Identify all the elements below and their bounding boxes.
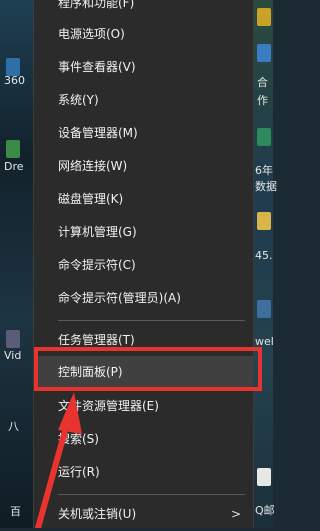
desktop-label-6nian[interactable]: 6年 bbox=[255, 162, 273, 178]
desktop-app-icon[interactable] bbox=[257, 8, 271, 26]
desktop-label-qyou[interactable]: Q邮 bbox=[255, 502, 275, 518]
menu-item-control-panel[interactable]: 控制面板(P) bbox=[34, 356, 253, 389]
menu-separator bbox=[58, 494, 245, 495]
chevron-right-icon: > bbox=[230, 507, 241, 521]
desktop-label-ba[interactable]: 八 bbox=[8, 418, 19, 434]
menu-item-shutdown-signout[interactable]: 关机或注销(U) > bbox=[34, 498, 253, 531]
desktop-label-he[interactable]: 合 bbox=[257, 74, 268, 90]
menu-item-event-viewer[interactable]: 事件查看器(V) bbox=[34, 51, 253, 84]
desktop-app-icon[interactable] bbox=[6, 140, 20, 158]
menu-item-file-explorer[interactable]: 文件资源管理器(E) bbox=[34, 390, 253, 423]
menu-item-search[interactable]: 搜索(S) bbox=[34, 423, 253, 456]
menu-item-device-manager[interactable]: 设备管理器(M) bbox=[34, 117, 253, 150]
menu-item-command-prompt-admin[interactable]: 命令提示符(管理员)(A) bbox=[34, 282, 253, 315]
desktop-label-dre[interactable]: Dre bbox=[4, 160, 24, 173]
desktop-app-icon[interactable] bbox=[257, 44, 271, 62]
menu-item-command-prompt[interactable]: 命令提示符(C) bbox=[34, 249, 253, 282]
desktop-app-icon[interactable] bbox=[6, 330, 20, 348]
menu-item-network-connections[interactable]: 网络连接(W) bbox=[34, 150, 253, 183]
desktop-label-45[interactable]: 45. bbox=[255, 249, 273, 262]
menu-item-programs-features[interactable]: 程序和功能(F) bbox=[34, 0, 253, 20]
desktop-app-icon[interactable] bbox=[257, 468, 271, 486]
desktop-app-icon[interactable] bbox=[257, 300, 271, 318]
menu-item-task-manager[interactable]: 任务管理器(T) bbox=[34, 324, 253, 357]
desktop-label-bai[interactable]: 百 bbox=[10, 503, 21, 519]
menu-item-disk-management[interactable]: 磁盘管理(K) bbox=[34, 183, 253, 216]
menu-item-run[interactable]: 运行(R) bbox=[34, 456, 253, 489]
desktop-label-vid[interactable]: Vid bbox=[4, 349, 21, 362]
menu-separator bbox=[58, 320, 245, 321]
desktop-label-wel[interactable]: wel bbox=[255, 335, 274, 348]
desktop-folder-icon[interactable] bbox=[257, 212, 271, 230]
menu-item-computer-management[interactable]: 计算机管理(G) bbox=[34, 216, 253, 249]
menu-item-power-options[interactable]: 电源选项(O) bbox=[34, 18, 253, 51]
desktop-label-360[interactable]: 360 bbox=[4, 74, 25, 87]
winx-context-menu: 程序和功能(F) 电源选项(O) 事件查看器(V) 系统(Y) 设备管理器(M)… bbox=[33, 0, 254, 528]
desktop-app-icon[interactable] bbox=[257, 128, 271, 146]
desktop-label-shuju[interactable]: 数据 bbox=[255, 178, 277, 194]
menu-item-system[interactable]: 系统(Y) bbox=[34, 84, 253, 117]
desktop-label-zuo[interactable]: 作 bbox=[257, 92, 268, 108]
